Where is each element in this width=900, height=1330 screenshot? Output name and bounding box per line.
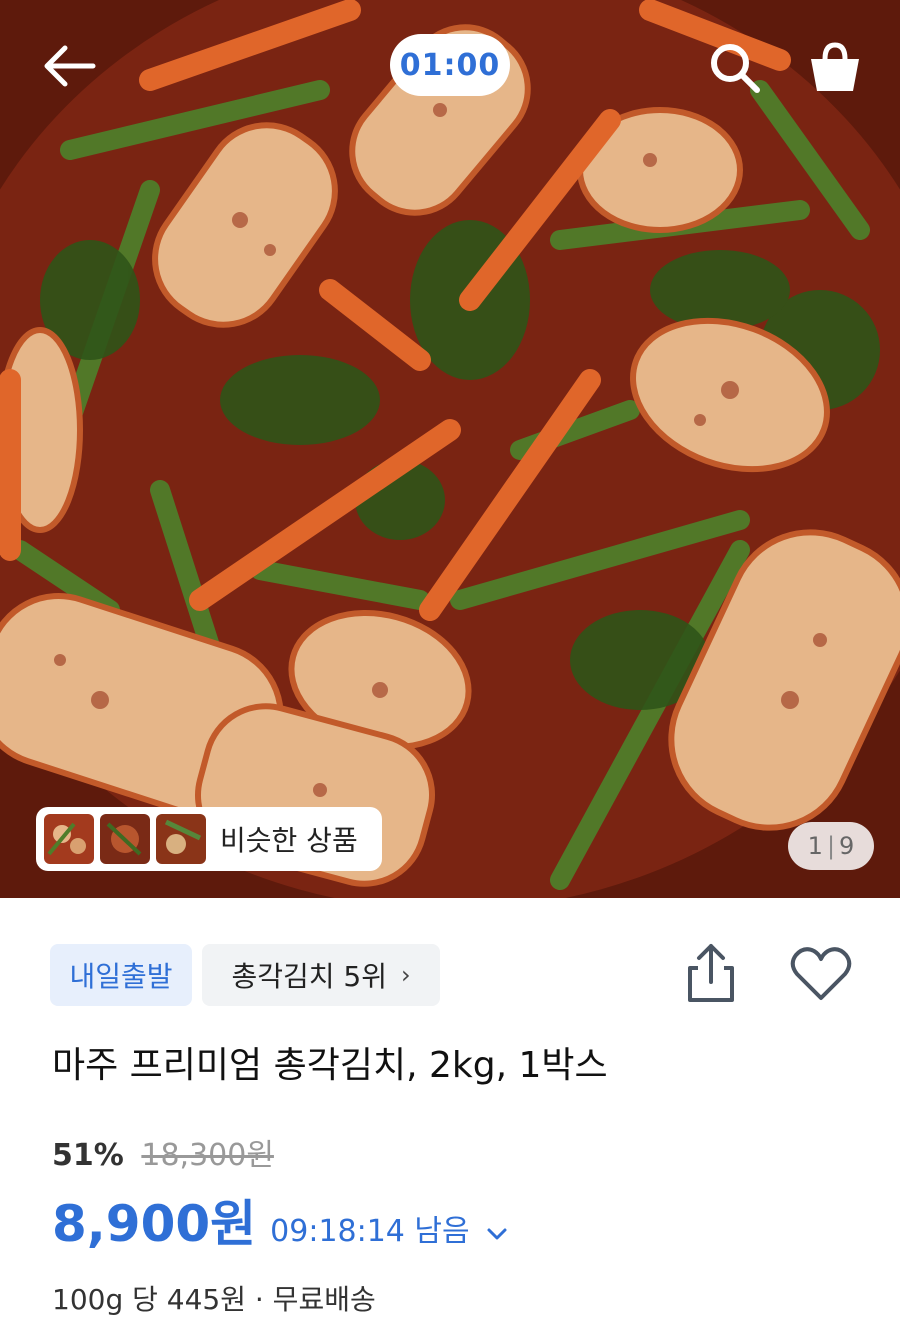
product-image-gallery[interactable]: 01:00 비슷한 상품 1 | 9 [0,0,900,898]
chevron-down-icon [487,1228,507,1240]
category-rank-link[interactable]: 총각김치 5위 › [202,944,440,1006]
pager-separator: | [826,832,836,860]
product-info: 내일출발 총각김치 5위 › 마주 프리미엄 총각김치, 2kg, 1박스 51… [0,898,900,1330]
image-pager: 1 | 9 [788,822,874,870]
similar-thumbnail [100,814,150,864]
kimchi-photo [0,0,900,898]
share-icon [688,944,734,1002]
original-price: 18,300원 [141,1138,274,1173]
shopping-bag-icon [811,42,859,91]
remaining-time: 09:18:14 남음 [270,1214,470,1249]
search-icon [711,44,760,93]
search-button[interactable] [700,36,770,100]
rank-label: 총각김치 5위 [231,960,387,993]
share-button[interactable] [680,938,742,1008]
similar-products-button[interactable]: 비슷한 상품 [36,807,382,871]
heart-icon [790,947,852,1000]
timer-badge: 01:00 [390,34,510,96]
sale-price: 8,900원 [52,1195,257,1253]
price-row[interactable]: 8,900원 09:18:14 남음 [52,1184,508,1256]
similar-products-label: 비슷한 상품 [220,824,358,857]
similar-thumbnail [44,814,94,864]
chevron-right-icon: › [400,961,411,989]
delivery-badge: 내일출발 [50,944,192,1006]
discount-row: 51% 18,300원 [52,1130,274,1174]
pager-total: 9 [839,832,855,860]
discount-rate: 51% [52,1138,124,1173]
cart-button[interactable] [800,34,870,100]
similar-thumbnail [156,814,206,864]
unit-price-shipping: 100g 당 445원 · 무료배송 [52,1283,376,1316]
like-button[interactable] [788,942,854,1006]
arrow-left-icon [44,45,96,87]
product-title: 마주 프리미엄 총각김치, 2kg, 1박스 [52,1045,608,1086]
pager-current: 1 [807,832,823,860]
back-button[interactable] [34,36,104,96]
